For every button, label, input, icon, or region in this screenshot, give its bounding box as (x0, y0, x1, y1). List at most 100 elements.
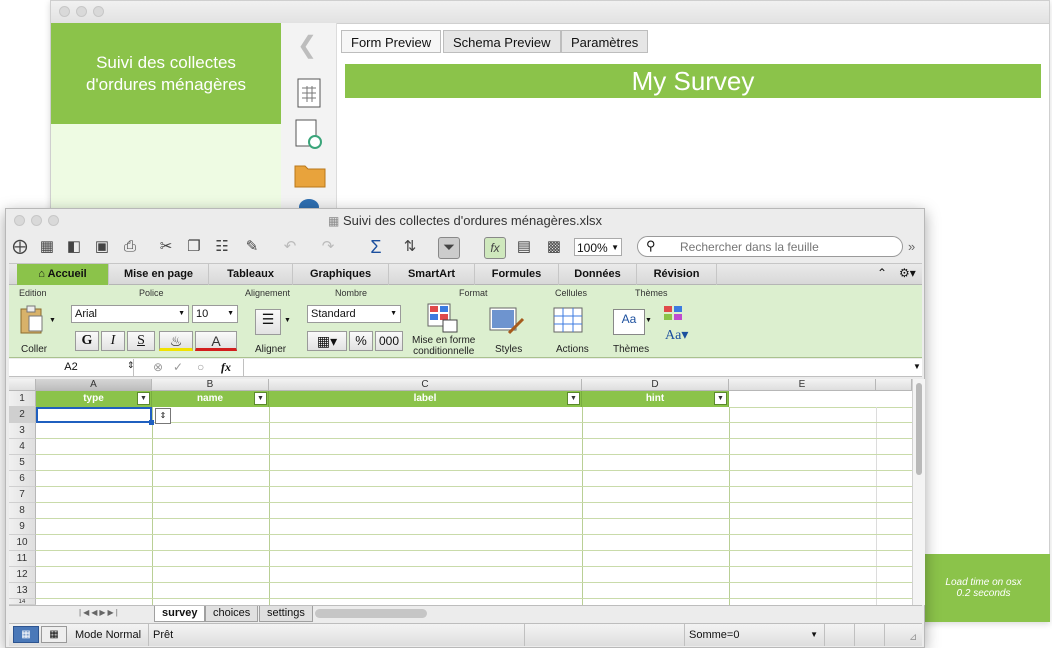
search-input[interactable] (678, 238, 892, 256)
redo-icon[interactable]: ↷ (318, 237, 338, 257)
open-icon[interactable]: ◧ (64, 237, 84, 257)
vertical-scrollbar[interactable] (912, 379, 925, 605)
gallery-icon[interactable]: ▦ (37, 237, 57, 257)
confirm-icon[interactable]: ✓ (173, 360, 183, 374)
sheet-grid[interactable]: A B C D E type name label hint ▼ ▼ ▼ ▼ 1… (9, 379, 912, 605)
tab-mise-en-page[interactable]: Mise en page (109, 264, 209, 285)
theme-colors-icon[interactable] (663, 305, 685, 323)
sort-icon[interactable]: ⇅ (400, 237, 420, 257)
tab-smartart[interactable]: SmartArt (389, 264, 475, 285)
row-header[interactable]: 8 (9, 503, 36, 519)
sheet-nav-arrows-icon[interactable]: |◀◀▶▶| (79, 608, 120, 617)
paste-clipboard-icon[interactable] (19, 305, 45, 335)
sheet-tab-choices[interactable]: choices (205, 606, 259, 622)
row-header[interactable]: 3 (9, 423, 36, 439)
font-name-select[interactable]: Arial ▼ (71, 305, 189, 323)
media-icon[interactable]: ▩ (544, 237, 564, 257)
row-header[interactable]: 10 (9, 535, 36, 551)
themes-aa-icon[interactable]: Aa (613, 309, 645, 335)
print-icon[interactable]: ⎙ (120, 237, 140, 257)
fx-label[interactable]: fx (221, 360, 231, 375)
select-all-corner[interactable] (9, 379, 36, 391)
filter-dropdown-icon[interactable]: ▼ (137, 392, 150, 405)
overflow-icon[interactable]: » (908, 239, 915, 254)
row-header[interactable]: 12 (9, 567, 36, 583)
new-icon[interactable]: ⨁ (10, 237, 30, 257)
normal-view-icon[interactable]: ▦ (13, 626, 39, 643)
close-light[interactable] (59, 6, 70, 17)
column-header[interactable]: A (36, 379, 152, 391)
formula-builder-icon[interactable]: fx (484, 237, 506, 259)
row-header[interactable]: 7 (9, 487, 36, 503)
thousands-button[interactable]: 000 (375, 331, 403, 351)
filter-dropdown-icon[interactable]: ▼ (714, 392, 727, 405)
cut-icon[interactable]: ✂ (156, 237, 176, 257)
tab-revision[interactable]: Révision (637, 264, 717, 285)
formula-input[interactable] (243, 359, 916, 376)
column-header[interactable]: C (269, 379, 582, 391)
undo-icon[interactable]: ↶ (280, 237, 300, 257)
conditional-format-icon[interactable] (427, 303, 459, 333)
tab-accueil[interactable]: ⌂ Accueil (17, 264, 109, 285)
format-painter-icon[interactable]: ✎ (242, 237, 262, 257)
fill-color-button[interactable]: ♨ (159, 331, 193, 351)
column-header[interactable]: D (582, 379, 729, 391)
tab-form-preview[interactable]: Form Preview (341, 30, 442, 53)
refresh-file-icon[interactable] (295, 119, 323, 151)
name-box[interactable]: A2 (9, 359, 134, 376)
sheet-tab-survey[interactable]: survey (154, 606, 206, 622)
row-header[interactable]: 11 (9, 551, 36, 567)
styles-icon[interactable] (489, 307, 525, 335)
folder-icon[interactable] (294, 162, 326, 188)
sheet-tab-settings[interactable]: settings (259, 606, 313, 622)
zoom-light[interactable] (93, 6, 104, 17)
row-header[interactable]: 5 (9, 455, 36, 471)
list-stepper-icon[interactable]: ⇕ (155, 408, 171, 424)
filter-dropdown-icon[interactable]: ▼ (254, 392, 267, 405)
paste-icon[interactable]: ☷ (212, 237, 232, 257)
horizontal-scroll-thumb[interactable] (315, 609, 427, 618)
cells-icon[interactable] (553, 307, 587, 335)
tab-parametres[interactable]: Paramètres (561, 30, 649, 53)
number-format-select[interactable]: Standard ▼ (307, 305, 401, 323)
align-button[interactable]: ☰ (255, 309, 281, 335)
save-icon[interactable]: ▣ (92, 237, 112, 257)
column-header[interactable]: E (729, 379, 876, 391)
header-cell[interactable]: type (36, 391, 152, 407)
tab-schema-preview[interactable]: Schema Preview (443, 30, 561, 53)
tab-donnees[interactable]: Données (559, 264, 637, 285)
vertical-scroll-thumb[interactable] (916, 383, 922, 475)
themes-dropdown-icon[interactable]: ▼ (645, 317, 652, 324)
row-header[interactable]: 9 (9, 519, 36, 535)
row-header[interactable]: 4 (9, 439, 36, 455)
row-header[interactable]: 13 (9, 583, 36, 599)
fill-handle[interactable] (149, 420, 154, 425)
row-header[interactable]: 2 (9, 407, 36, 423)
formula-expand-icon[interactable]: ▼ (913, 362, 921, 371)
name-box-stepper-icon[interactable]: ⇕ (127, 360, 135, 371)
sum-status[interactable]: Somme=0 ▼ (685, 624, 825, 646)
zoom-select[interactable]: 100% ▼ (574, 238, 622, 256)
font-color-button[interactable]: A (195, 331, 237, 351)
percent-button[interactable]: % (349, 331, 373, 351)
empty-cell[interactable] (729, 391, 912, 408)
cloud-icon[interactable] (297, 195, 321, 209)
collapse-ribbon-icon[interactable]: ⌃ (877, 266, 887, 280)
selected-cell-a2[interactable] (36, 407, 152, 423)
tab-formules[interactable]: Formules (475, 264, 559, 285)
header-cell[interactable]: label (269, 391, 582, 407)
page-layout-view-icon[interactable]: ▦ (41, 626, 67, 643)
theme-fonts-icon[interactable]: Aa▾ (665, 327, 688, 344)
filter-dropdown-icon[interactable]: ▼ (567, 392, 580, 405)
gear-icon[interactable]: ⚙▾ (899, 266, 916, 280)
minimize-light[interactable] (76, 6, 87, 17)
font-size-select[interactable]: 10 ▼ (192, 305, 238, 323)
function-circle-icon[interactable]: ○ (197, 360, 204, 374)
row-header[interactable]: 6 (9, 471, 36, 487)
column-header[interactable]: B (152, 379, 269, 391)
search-field[interactable]: ⚲ (637, 236, 903, 257)
filter-icon[interactable]: ⏷ (438, 237, 460, 259)
toolbox-icon[interactable]: ▤ (514, 237, 534, 257)
tab-tableaux[interactable]: Tableaux (209, 264, 293, 285)
paste-dropdown-icon[interactable]: ▼ (49, 317, 56, 324)
